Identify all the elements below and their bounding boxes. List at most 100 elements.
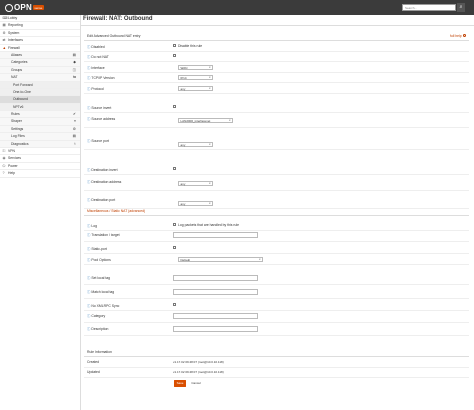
sidebar-item-power[interactable]: ⏻ Power [0,163,80,171]
field-label: ⓘDo not NAT [87,54,109,59]
field-label: ⓘMatch local tag [87,289,115,294]
translation-input[interactable] [173,232,258,238]
logo-text: OPN [14,3,32,12]
sidebar-item-port-forward[interactable]: Port Forward [0,81,80,89]
info-icon[interactable]: ⓘ [87,314,90,318]
section-header-rule-info: Rule Information [87,350,112,354]
info-icon[interactable]: ⓘ [87,139,90,143]
do-not-nat-checkbox[interactable] [173,54,176,57]
full-help-toggle[interactable]: full help [450,34,466,38]
description-input[interactable] [173,326,258,332]
destination-invert-checkbox[interactable] [173,167,176,170]
source-address-select[interactable]: LAN2000_interfacenet ▾ [178,118,233,123]
sidebar-item-system[interactable]: ⚙ System [0,30,80,38]
sitemap-icon: ◫ [72,67,76,72]
disabled-checkbox[interactable] [173,44,176,47]
info-icon[interactable]: ⓘ [87,55,90,59]
exchange-icon: ⇆ [72,75,76,80]
info-icon[interactable]: ⓘ [87,224,90,228]
row-no-xmlrpc-sync: ⓘNo XMLRPC Sync [84,301,469,311]
chevron-down-icon: ▾ [259,257,261,261]
info-icon[interactable]: ⓘ [87,276,90,280]
info-icon[interactable]: ⓘ [87,233,90,237]
category-input[interactable] [173,313,258,319]
logo-mark-icon [5,3,13,12]
log-checkbox[interactable] [173,223,176,226]
sidebar-item-diagnostics[interactable]: Diagnostics ⚕ [0,140,80,149]
sidebar-item-settings[interactable]: Settings ⚙ [0,125,80,134]
row-disabled: ⓘDisabled Disable this rule [84,42,469,52]
info-icon[interactable]: ⓘ [87,66,90,70]
row-static-port: ⓘStatic-port [84,244,469,254]
sidebar-item-one-to-one[interactable]: One-to-One [0,88,80,97]
sidebar-item-shaper[interactable]: Shaper ≡ [0,118,80,126]
row-source-address: ⓘSource address LAN2000_interfacenet ▾ [84,114,469,128]
tag-icon: ◆ [73,60,76,65]
sidebar-item-label: Diagnostics [11,141,29,146]
chart-icon: ▦ [2,23,6,28]
logo[interactable]: OPN sense [5,3,44,12]
info-icon[interactable]: ⓘ [87,117,90,121]
source-port-select[interactable]: any ▾ [178,142,213,147]
power-icon: ⏻ [2,163,6,168]
cancel-button[interactable]: Cancel [190,380,202,387]
info-icon[interactable]: ⓘ [87,258,90,262]
sidebar-item-reporting[interactable]: ▦ Reporting [0,22,80,30]
match-local-tag-input[interactable] [173,289,258,295]
field-label: ⓘSource port [87,138,109,143]
protocol-select[interactable]: any ▾ [178,85,213,91]
top-bar: OPN sense Search... ⌕ [0,0,474,15]
info-icon[interactable]: ⓘ [87,168,90,172]
sidebar-item-log-files[interactable]: Log Files ▤ [0,133,80,141]
info-icon[interactable]: ⓘ [87,290,90,294]
source-invert-checkbox[interactable] [173,105,176,108]
sidebar-item-firewall[interactable]: ▲ Firewall [0,45,80,52]
row-set-local-tag: ⓘSet local tag [84,273,469,285]
field-label: ⓘDestination port [87,197,116,202]
chevron-down-icon: ▾ [209,75,211,79]
info-icon[interactable]: ⓘ [87,45,90,49]
static-port-checkbox[interactable] [173,246,176,249]
set-local-tag-input[interactable] [173,275,258,281]
sidebar-item-categories[interactable]: Categories ◆ [0,59,80,67]
info-icon[interactable]: ⓘ [87,180,90,184]
destination-port-select[interactable]: any ▾ [178,201,213,206]
info-icon[interactable]: ⓘ [87,198,90,202]
tcpip-version-select[interactable]: IPv4 ▾ [178,74,213,80]
sidebar-item-vpn[interactable]: ⚿ VPN [0,148,80,156]
row-source-invert: ⓘSource invert [84,103,469,113]
info-icon[interactable]: ⓘ [87,327,90,331]
pool-options-select[interactable]: Default ▾ [178,256,263,262]
info-icon[interactable]: ⓘ [87,106,90,110]
created-value: v1.17.02 09:48:07 (root@10.0.10.118) [173,359,224,364]
no-xmlrpc-sync-checkbox[interactable] [173,303,176,306]
destination-address-select[interactable]: any ▾ [178,181,213,186]
info-icon[interactable]: ⓘ [87,76,90,80]
gear-icon: ⚙ [2,30,6,35]
medkit-icon: ⚕ [74,141,76,146]
sidebar-item-label: Power [8,163,18,168]
sidebar-item-help[interactable]: ? Help [0,170,80,178]
sidebar-item-services[interactable]: ◉ Services [0,155,80,163]
sidebar-item-nptv6[interactable]: NPTv6 [0,103,80,112]
info-icon[interactable]: ⓘ [87,87,90,91]
sidebar-item-aliases[interactable]: Aliases ▤ [0,51,80,60]
sidebar-item-groups[interactable]: Groups ◫ [0,66,80,75]
row-destination-invert: ⓘDestination invert [84,165,469,175]
sidebar-item-label: Log Files [11,134,25,139]
info-icon[interactable]: ⓘ [87,247,90,251]
field-label: ⓘDestination invert [87,167,118,172]
sidebar-item-lobby[interactable]: ⌨ Lobby [0,15,80,23]
save-button[interactable]: Save [174,380,186,387]
search-icon[interactable]: ⌕ [457,3,465,12]
info-icon[interactable]: ⓘ [87,304,90,308]
sidebar-item-outbound[interactable]: Outbound [0,96,80,104]
sidebar-item-nat[interactable]: NAT ⇆ [0,74,80,82]
sidebar-item-rules[interactable]: Rules ✔ [0,111,80,119]
search-input[interactable]: Search... [402,4,456,11]
sidebar-item-label: Shaper [11,119,22,124]
interface-select[interactable]: WAN ▾ [178,64,213,70]
row-category: ⓘCategory [84,311,469,323]
section-header-edit: Edit Advanced Outbound NAT entry [87,34,141,38]
sidebar-item-interfaces[interactable]: ⇄ Interfaces [0,37,80,45]
